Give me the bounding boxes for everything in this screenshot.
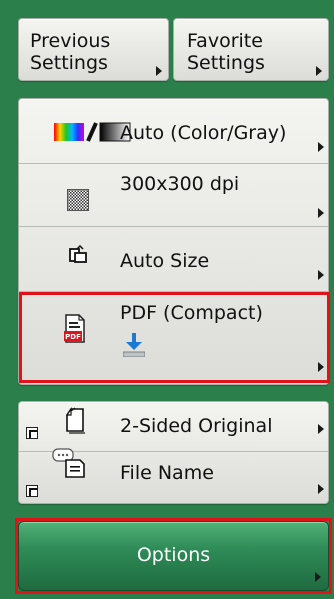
chevron-right-icon [156,66,162,76]
two-sided-original-icon [65,407,85,434]
file-format-highlight [19,292,330,383]
two-sided-original-label: 2-Sided Original [120,415,273,437]
color-mode-button[interactable]: Auto (Color/Gray) [18,98,329,163]
chevron-right-icon [318,484,324,494]
file-name-label: File Name [120,462,214,484]
chevron-right-icon [316,66,322,76]
resolution-button[interactable]: 300x300 dpi [18,164,329,226]
color-mode-label: Auto (Color/Gray) [120,122,287,144]
favorite-settings-label-line2: Settings [187,52,265,74]
scan-size-button[interactable]: Auto Size [18,227,329,291]
two-sided-original-button[interactable]: 2-Sided Original [18,401,329,451]
file-name-icon [52,448,85,478]
file-name-button[interactable]: File Name [18,448,329,504]
auto-size-icon [69,245,87,263]
chevron-right-icon [318,270,324,280]
chevron-right-icon [318,424,324,434]
shortcut-arrow-icon [26,427,38,439]
favorite-settings-button[interactable]: Favorite Settings [173,18,329,81]
chevron-right-icon [318,142,324,152]
scan-size-label: Auto Size [120,250,210,272]
chevron-right-icon [318,208,324,218]
previous-settings-button[interactable]: Previous Settings [18,18,169,81]
resolution-pattern-icon [67,189,89,211]
resolution-label: 300x300 dpi [120,173,240,195]
shortcut-arrow-icon [26,485,38,497]
previous-settings-label-line2: Settings [30,52,108,74]
options-highlight [15,518,332,594]
favorite-settings-label-line1: Favorite [187,30,263,52]
previous-settings-label-line1: Previous [30,30,111,52]
